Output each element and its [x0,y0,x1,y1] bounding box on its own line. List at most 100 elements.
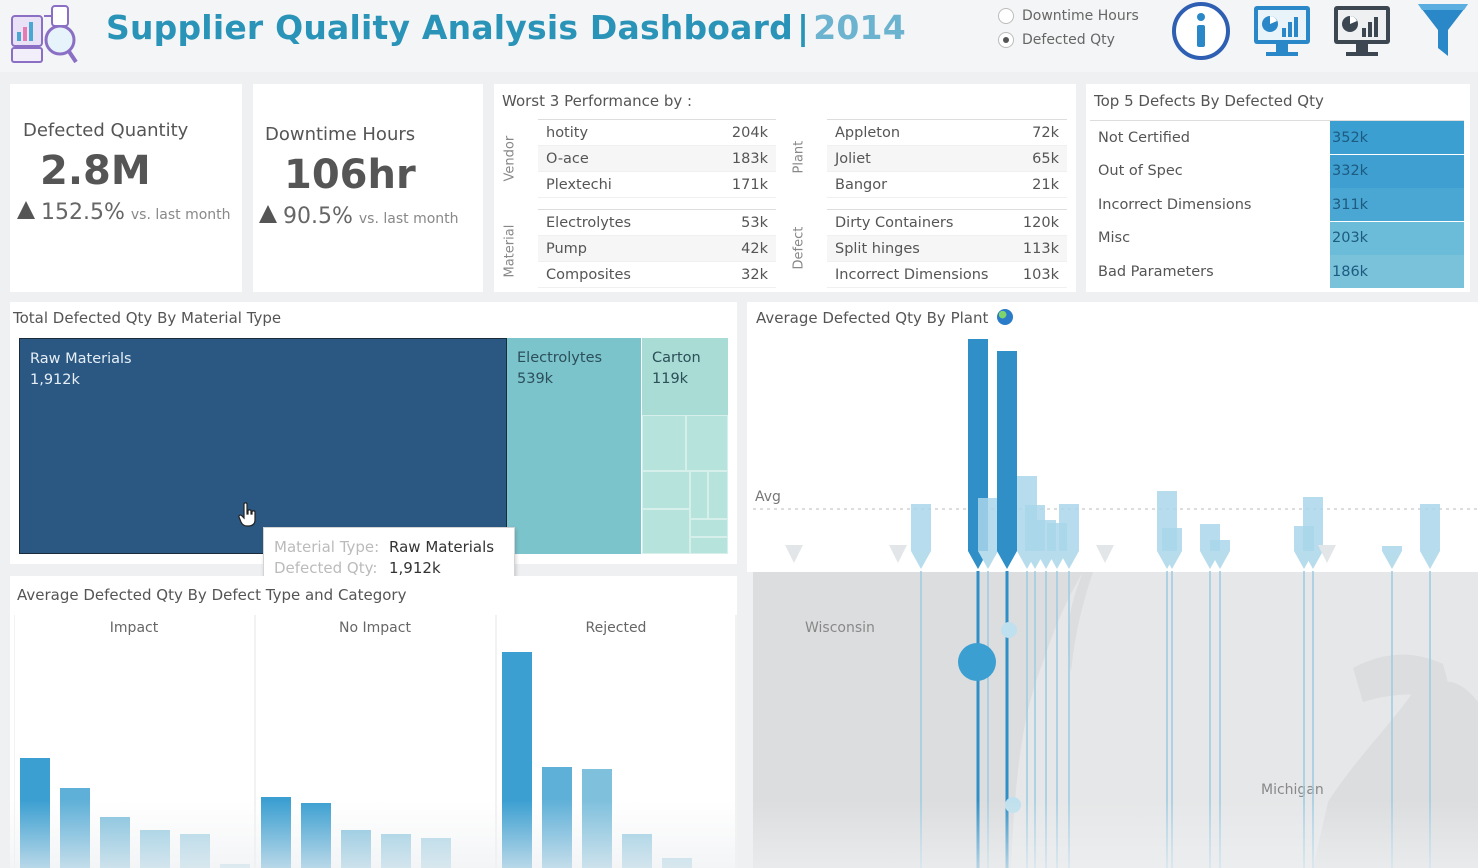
top-5-row[interactable]: Misc 203k [1090,221,1464,255]
plant-bar[interactable] [1059,504,1079,551]
info-icon[interactable] [1170,0,1232,62]
row-name: Plextechi [546,176,612,193]
table-row[interactable]: Plextechi 171k [538,172,776,198]
treemap-cell-small[interactable] [642,471,690,509]
plant-bar[interactable] [911,504,931,551]
defect-bar[interactable] [60,788,90,868]
table-row[interactable]: Bangor 21k [827,172,1067,198]
treemap-cell-small[interactable] [642,415,686,471]
up-triangle-icon [17,201,35,219]
top-5-row[interactable]: Not Certified 352k [1090,121,1464,154]
section-title: Average Defected Qty By Defect Type and … [17,586,407,604]
top-5-row-value-bar[interactable]: 311k [1330,188,1464,221]
treemap-cell-name: Raw Materials [30,351,132,367]
defect-table: Dirty Containers 120k Split hinges 113k In… [827,209,1067,288]
radio-label: Downtime Hours [1022,8,1139,24]
defect-bar[interactable] [341,830,371,868]
kpi-label: Downtime Hours [265,124,416,145]
table-row[interactable]: Appleton 72k [827,120,1067,146]
top-5-table: Not Certified 352k Out of Spec 332k Incorrec… [1090,120,1464,288]
table-row[interactable]: Electrolytes 53k [538,210,776,236]
title-separator: | [796,8,810,47]
kpi-delta-caption: vs. last month [358,211,459,227]
treemap-cell-small[interactable] [642,509,690,554]
kpi-delta-value: 152.5% [41,200,125,225]
radio-label: Defected Qty [1022,32,1115,48]
treemap-cell-value: 119k [652,371,689,387]
treemap-cell-electrolytes[interactable]: Electrolytes 539k [507,338,641,554]
treemap-cell-small[interactable] [690,471,708,519]
radio-button-checked[interactable] [998,32,1014,48]
defect-bar[interactable] [100,817,130,868]
top-5-row-value-bar[interactable]: 186k [1330,255,1464,288]
plant-marker-triangle[interactable] [1382,551,1402,569]
defect-bar[interactable] [20,758,50,868]
top-5-row-value-bar[interactable]: 203k [1330,221,1464,255]
plant-bar[interactable] [1382,546,1402,551]
treemap-cell-name: Electrolytes [517,350,603,366]
defect-bar[interactable] [261,797,291,868]
defect-bar[interactable] [421,838,451,868]
row-value: 32k [741,266,768,283]
plant-bar[interactable] [997,351,1017,551]
plant-marker-triangle[interactable] [997,551,1017,569]
vendor-table: hotity 204k O-ace 183k Plextechi 171k [538,119,776,198]
row-name: Appleton [835,124,901,141]
plant-bar[interactable] [1210,540,1230,551]
defect-bar[interactable] [220,864,250,868]
plant-map-bubble[interactable] [1001,622,1017,638]
dashboard-1-icon[interactable] [1250,0,1314,60]
dashboard-2-icon[interactable] [1330,0,1394,60]
table-row[interactable]: Composites 32k [538,262,776,288]
plant-marker-triangle[interactable] [911,551,931,569]
radio-downtime-hours[interactable]: Downtime Hours [998,8,1139,24]
defect-bar[interactable] [542,767,572,868]
plant-bar[interactable] [1303,497,1323,551]
radio-defected-qty[interactable]: Defected Qty [998,32,1115,48]
defect-bar[interactable] [582,769,612,868]
defect-bar[interactable] [180,834,210,868]
top-5-row[interactable]: Incorrect Dimensions 311k [1090,188,1464,221]
defect-bar[interactable] [301,803,331,868]
treemap-cell-value: 1,912k [30,372,80,388]
plant-chart-svg [753,339,1478,868]
top-5-row[interactable]: Out of Spec 332k [1090,154,1464,188]
top-5-row-value-bar[interactable]: 352k [1330,121,1464,154]
table-row[interactable]: Dirty Containers 120k [827,210,1067,236]
row-name: O-ace [546,150,589,167]
table-row[interactable]: Pump 42k [538,236,776,262]
defect-bar[interactable] [622,834,652,868]
top-5-row-value-bar[interactable]: 332k [1330,154,1464,188]
table-row[interactable]: Joliet 65k [827,146,1067,172]
kpi-delta: 152.5% vs. last month [17,200,231,225]
filter-icon[interactable] [1414,0,1472,60]
up-triangle-icon [259,205,277,223]
row-value: 183k [731,150,768,167]
defect-bar[interactable] [662,858,692,868]
plant-bar[interactable] [1420,504,1440,551]
radio-button[interactable] [998,8,1014,24]
table-row[interactable]: Incorrect Dimensions 103k [827,262,1067,288]
material-axis-label: Material [502,224,518,278]
defect-bar[interactable] [502,652,532,868]
treemap-cell-small[interactable] [686,415,728,471]
treemap-cell-small[interactable] [690,519,728,537]
plant-bar[interactable] [978,498,998,551]
treemap-cell-small[interactable] [708,471,728,519]
table-row[interactable]: Split hinges 113k [827,236,1067,262]
treemap-cell-raw-materials[interactable]: Raw Materials 1,912k [19,338,507,554]
section-title: Total Defected Qty By Material Type [13,309,282,327]
plant-marker-triangle[interactable] [1420,551,1440,569]
vendor-axis-label: Vendor [502,135,518,182]
table-row[interactable]: O-ace 183k [538,146,776,172]
plant-bar[interactable] [1162,528,1182,551]
defect-bar[interactable] [140,830,170,868]
defect-bar[interactable] [381,834,411,868]
plant-map-bubble[interactable] [958,643,996,681]
table-row[interactable]: hotity 204k [538,120,776,146]
treemap-cell-carton[interactable]: Carton 119k [642,338,728,415]
top-5-row[interactable]: Bad Parameters 186k [1090,255,1464,288]
plant-map-bubble[interactable] [1005,797,1021,813]
treemap-cell-small[interactable] [690,537,728,554]
row-name: Incorrect Dimensions [835,266,989,283]
